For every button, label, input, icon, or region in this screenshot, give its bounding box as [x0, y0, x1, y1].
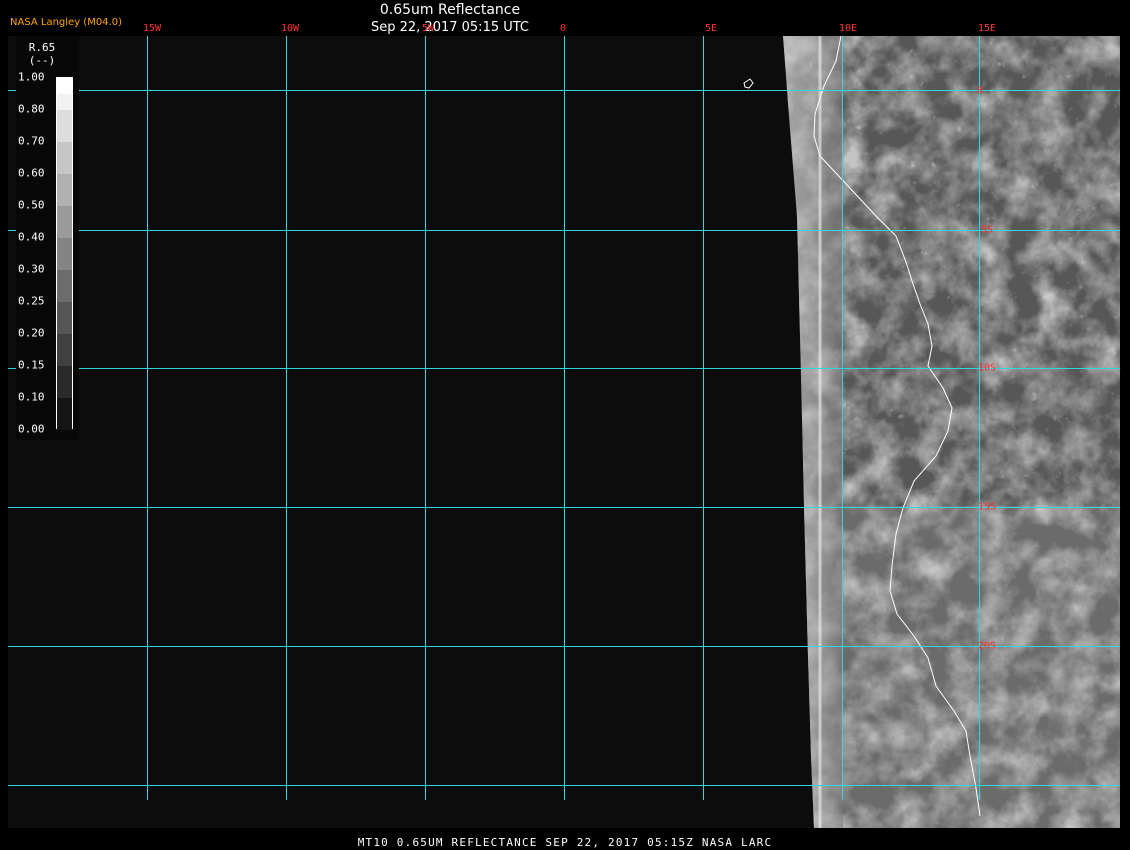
- legend-tick: 0.15: [18, 358, 45, 372]
- legend-tick: 0.20: [18, 326, 45, 340]
- lat-label-5s: 5S: [980, 224, 994, 236]
- legend-swatch: [57, 302, 72, 334]
- lat-label-15s: 15S: [977, 501, 997, 513]
- lat-label-20s: 20S: [977, 640, 997, 652]
- legend-tick: 0.40: [18, 230, 45, 244]
- legend-swatch: [57, 238, 72, 270]
- legend-title: R.65 (--): [18, 41, 66, 67]
- map-panel: [8, 36, 1120, 828]
- legend-swatch: [57, 174, 72, 206]
- legend-swatch: [57, 366, 72, 398]
- legend-swatch: [57, 398, 72, 430]
- legend-variable: R.65: [28, 41, 56, 54]
- lat-label-10s: 10S: [977, 362, 997, 374]
- legend-tick: 0.10: [18, 390, 45, 404]
- legend-swatch: [57, 78, 72, 94]
- lon-label-5e: 5E: [704, 23, 718, 34]
- lon-label-15e: 15E: [977, 23, 997, 34]
- legend-swatch: [57, 270, 72, 302]
- legend-swatch: [57, 110, 72, 142]
- lon-label-10e: 10E: [838, 23, 858, 34]
- legend-swatch: [57, 206, 72, 238]
- lon-label-0: 0: [559, 23, 567, 34]
- lon-label-5w: 5W: [421, 23, 435, 34]
- legend-tick: 0.50: [18, 198, 45, 212]
- lat-label-0: 0: [976, 85, 984, 97]
- lon-label-10w: 10W: [280, 23, 300, 34]
- legend-tick: 0.30: [18, 262, 45, 276]
- timestamp: Sep 22, 2017 05:15 UTC: [370, 20, 530, 35]
- legend-swatch: [57, 142, 72, 174]
- legend-tick: 0.80: [18, 102, 45, 116]
- legend-swatch: [57, 334, 72, 366]
- footer-caption: MT10 0.65UM REFLECTANCE SEP 22, 2017 05:…: [357, 836, 773, 849]
- legend-tick: 0.70: [18, 134, 45, 148]
- legend-swatch: [57, 94, 72, 110]
- page-title: 0.65um Reflectance: [379, 2, 521, 18]
- legend-tick: 0.60: [18, 166, 45, 180]
- satellite-imagery: [8, 36, 1120, 828]
- legend-tick: 1.00: [18, 70, 45, 84]
- lon-label-15w: 15W: [142, 23, 162, 34]
- legend-unit: (--): [28, 54, 56, 67]
- island-outline: [743, 78, 754, 89]
- legend-color-bar: [56, 77, 73, 430]
- legend-tick: 0.25: [18, 294, 45, 308]
- legend-tick: 0.00: [18, 422, 45, 436]
